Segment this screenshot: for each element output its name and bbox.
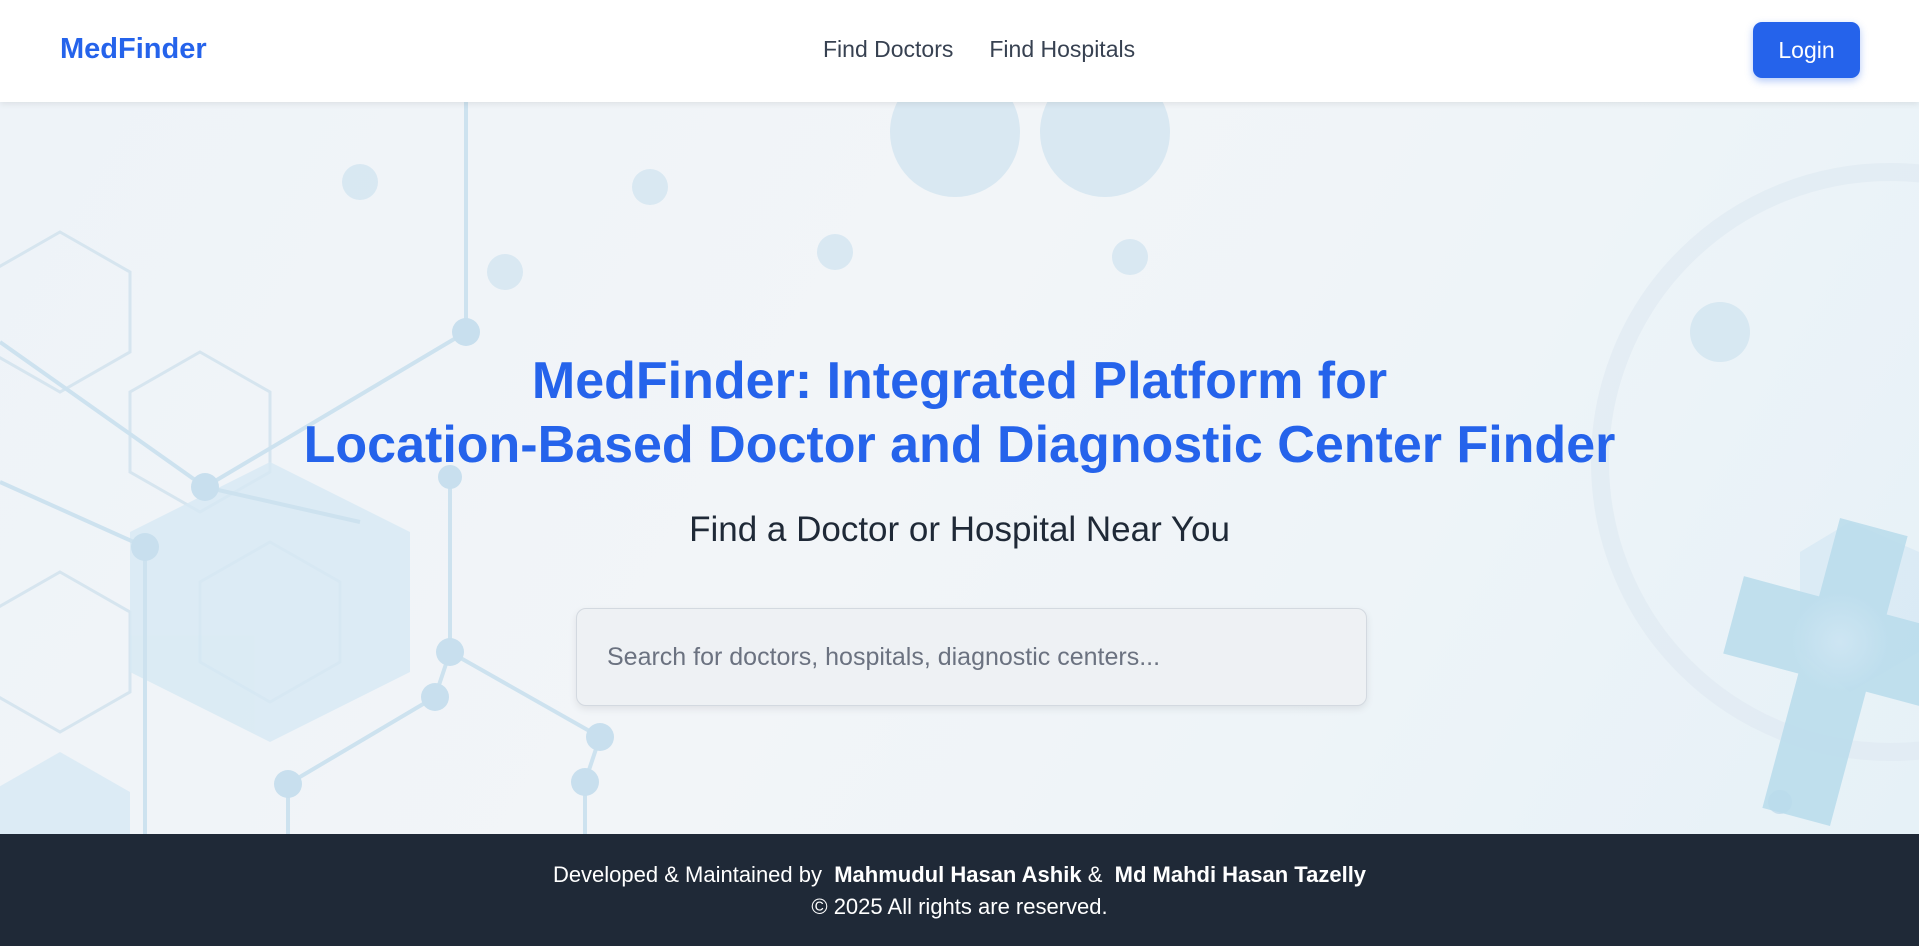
login-button[interactable]: Login xyxy=(1753,22,1860,78)
main-nav: Find Doctors Find Hospitals xyxy=(823,36,1135,63)
footer-developer-2: Md Mahdi Hasan Tazelly xyxy=(1114,862,1367,887)
hero-section: MedFinder: Integrated Platform for Locat… xyxy=(0,102,1919,834)
footer-copyright: © 2025 All rights are reserved. xyxy=(811,894,1108,919)
search-input[interactable] xyxy=(576,608,1367,706)
nav-find-doctors[interactable]: Find Doctors xyxy=(823,36,953,63)
brand-logo-link[interactable]: MedFinder xyxy=(60,33,207,66)
hero-title: MedFinder: Integrated Platform for Locat… xyxy=(0,349,1919,477)
footer-credits: Developed & Maintained by Mahmudul Hasan… xyxy=(0,862,1919,888)
hero-title-line-2: Location-Based Doctor and Diagnostic Cen… xyxy=(303,416,1616,474)
nav-find-hospitals[interactable]: Find Hospitals xyxy=(989,36,1135,63)
footer-developer-1: Mahmudul Hasan Ashik xyxy=(834,862,1082,887)
hero-subtitle: Find a Doctor or Hospital Near You xyxy=(689,510,1230,549)
top-navbar: MedFinder Find Doctors Find Hospitals Lo… xyxy=(0,0,1919,102)
hero-title-line-1: MedFinder: Integrated Platform for xyxy=(531,352,1388,410)
footer-separator: & xyxy=(1087,862,1103,887)
footer-credit-prefix: Developed & Maintained by xyxy=(552,862,822,887)
page-footer: Developed & Maintained by Mahmudul Hasan… xyxy=(0,834,1919,946)
